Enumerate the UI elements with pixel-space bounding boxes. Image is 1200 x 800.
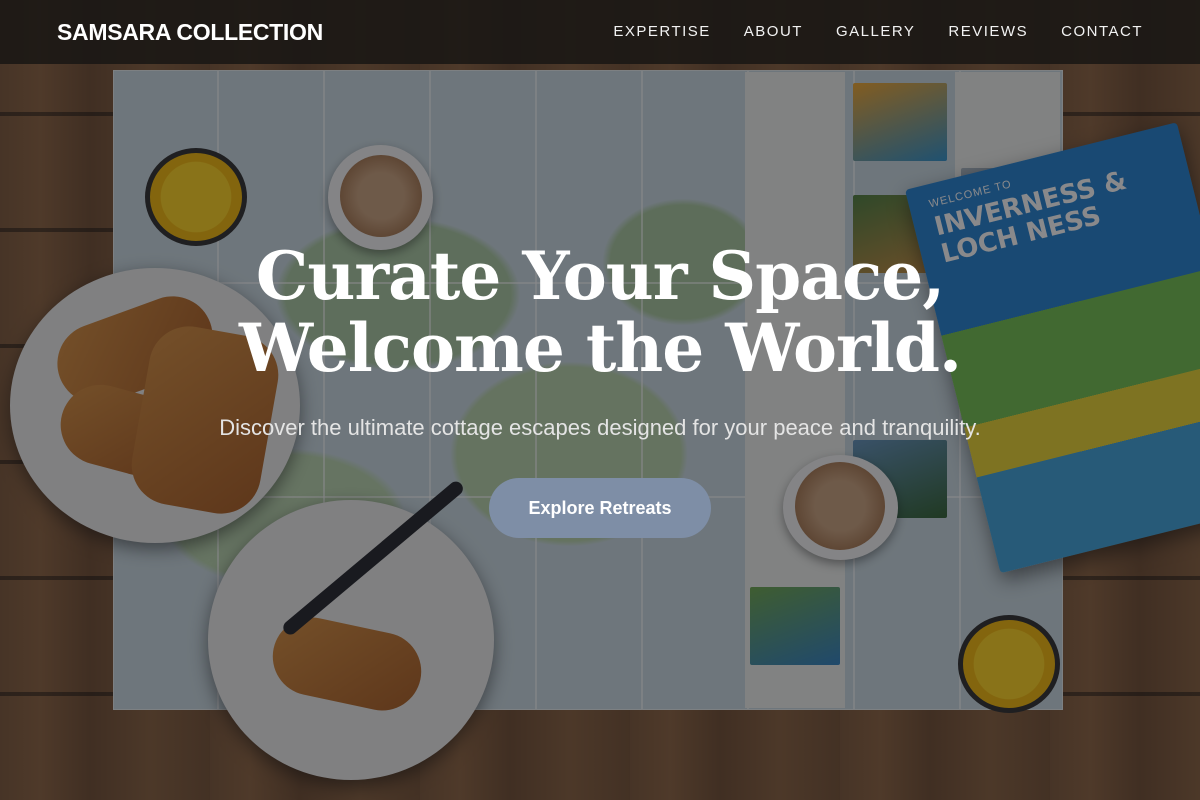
nav-menu: EXPERTISE ABOUT GALLERY REVIEWS CONTACT xyxy=(613,22,1143,42)
nav-link-about[interactable]: ABOUT xyxy=(744,22,803,42)
brand-logo[interactable]: SAMSARA COLLECTION xyxy=(57,18,323,46)
nav-link-expertise[interactable]: EXPERTISE xyxy=(613,22,710,42)
hero-subtitle: Discover the ultimate cottage escapes de… xyxy=(219,415,981,440)
hero-title: Curate Your Space, Welcome the World. xyxy=(0,240,1200,384)
explore-retreats-button[interactable]: Explore Retreats xyxy=(489,478,711,538)
hero-section: Curate Your Space, Welcome the World. Di… xyxy=(0,240,1200,538)
nav-link-contact[interactable]: CONTACT xyxy=(1061,22,1143,42)
nav-link-gallery[interactable]: GALLERY xyxy=(836,22,915,42)
hero-title-line-2: Welcome the World. xyxy=(239,309,962,387)
nav-link-reviews[interactable]: REVIEWS xyxy=(948,22,1028,42)
hero-title-line-1: Curate Your Space, xyxy=(255,237,945,315)
top-nav: SAMSARA COLLECTION EXPERTISE ABOUT GALLE… xyxy=(0,0,1200,64)
